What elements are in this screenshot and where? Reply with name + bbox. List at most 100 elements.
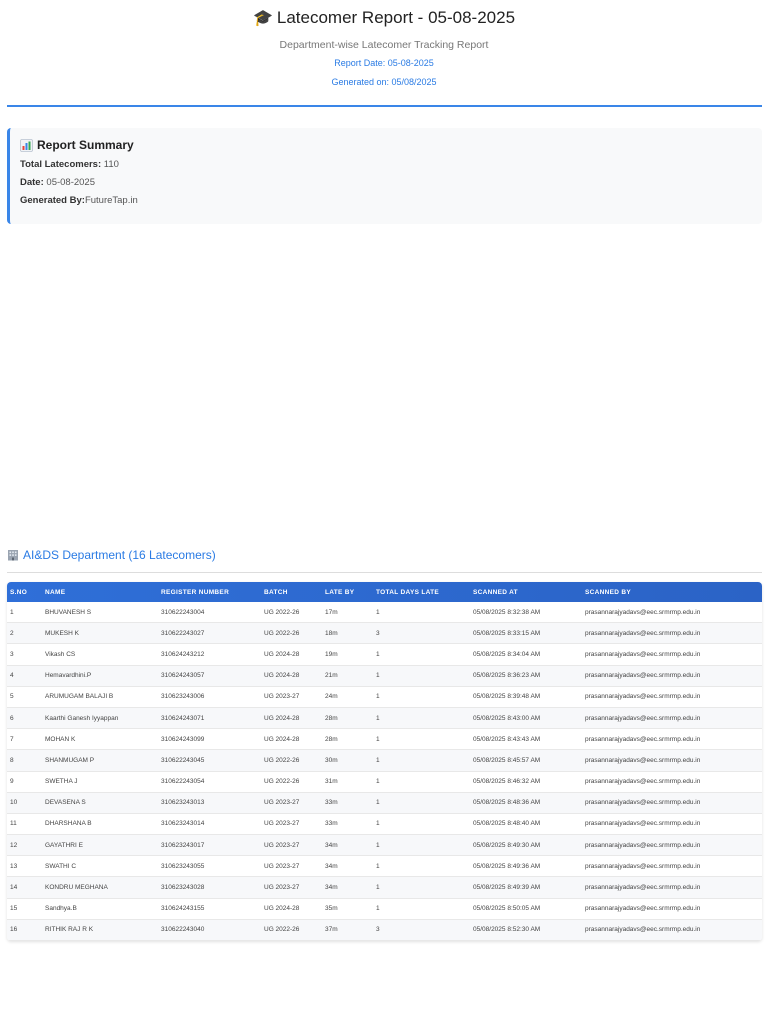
col-batch-cell: UG 2022-26 xyxy=(261,749,322,772)
col-batch-cell: UG 2023-27 xyxy=(261,686,322,708)
col-name-cell: Kaarthi Ganesh Iyyappan xyxy=(42,707,158,730)
total-latecomers-label: Total Latecomers: xyxy=(20,159,102,170)
col-name-cell: BHUVANESH S xyxy=(42,602,158,624)
col-scanned-by-cell: prasannarajyadavs@eec.srmrmp.edu.in xyxy=(582,749,762,772)
col-late-by-cell: 28m xyxy=(322,728,373,751)
generated-by-value: FutureTap.in xyxy=(84,195,138,206)
bar-chart-icon xyxy=(20,138,33,152)
table-row: 9 SWETHA J 310622243054 UG 2022-26 31m 1 05/08… xyxy=(7,771,762,793)
col-register-number-cell: 310624243071 xyxy=(158,707,261,730)
table-row: 4 Hemavardhini.P 310624243057 UG 2024-28 21m… xyxy=(7,665,762,687)
col-register-number-cell: 310622243045 xyxy=(158,749,261,772)
col-total-days-late-cell: 1 xyxy=(373,855,470,878)
col-register-number-cell: 310623243028 xyxy=(158,876,261,899)
table-row: 2 MUKESH K 310622243027 UG 2022-26 18m 3 05/08… xyxy=(7,622,762,645)
table-row: 12 GAYATHRI E 310623243017 UG 2023-27 34m 1 05… xyxy=(7,834,762,857)
col-sno-header: S.NO xyxy=(10,588,28,596)
col-scanned-by-cell: prasannarajyadavs@eec.srmrmp.edu.in xyxy=(582,686,762,708)
col-sno-cell: 5 xyxy=(7,686,42,708)
col-register-number-cell: 310623243013 xyxy=(158,792,261,814)
col-register-number-cell: 310622243027 xyxy=(158,622,261,645)
col-scanned-by-cell: prasannarajyadavs@eec.srmrmp.edu.in xyxy=(582,919,762,941)
col-total-days-late-header: TOTAL DAYS LATE xyxy=(376,588,440,596)
generated-on: Generated on: 05/08/2025 xyxy=(331,77,437,87)
col-scanned-at-cell: 05/08/2025 8:49:36 AM xyxy=(470,855,582,878)
col-total-days-late-cell: 3 xyxy=(373,622,470,645)
col-scanned-at-cell: 05/08/2025 8:49:39 AM xyxy=(470,876,582,899)
col-sno-cell: 10 xyxy=(7,792,42,814)
col-batch-cell: UG 2023-27 xyxy=(261,876,322,899)
col-scanned-at-cell: 05/08/2025 8:46:32 AM xyxy=(470,771,582,793)
col-scanned-by-cell: prasannarajyadavs@eec.srmrmp.edu.in xyxy=(582,898,762,920)
col-total-days-late-cell: 1 xyxy=(373,771,470,793)
col-late-by-cell: 30m xyxy=(322,749,373,772)
col-scanned-by-cell: prasannarajyadavs@eec.srmrmp.edu.in xyxy=(582,876,762,899)
table-row: 5 ARUMUGAM BALAJI B 310623243006 UG 2023-27… xyxy=(7,686,762,708)
col-sno-cell: 9 xyxy=(7,771,42,793)
col-batch-cell: UG 2022-26 xyxy=(261,919,322,941)
col-batch-cell: UG 2024-28 xyxy=(261,707,322,730)
col-sno-cell: 2 xyxy=(7,622,42,645)
col-scanned-at-cell: 05/08/2025 8:49:30 AM xyxy=(470,834,582,857)
col-sno-cell: 13 xyxy=(7,855,42,878)
col-scanned-by-cell: prasannarajyadavs@eec.srmrmp.edu.in xyxy=(582,771,762,793)
col-total-days-late-cell: 1 xyxy=(373,813,470,836)
col-name-cell: SWATHI C xyxy=(42,855,158,878)
summary-title: Report Summary xyxy=(37,138,134,152)
col-total-days-late-cell: 1 xyxy=(373,728,470,751)
col-scanned-by-cell: prasannarajyadavs@eec.srmrmp.edu.in xyxy=(582,855,762,878)
generated-by-label: Generated By: xyxy=(20,195,85,206)
col-total-days-late-cell: 1 xyxy=(373,707,470,730)
col-late-by-cell: 33m xyxy=(322,792,373,814)
col-name-cell: Hemavardhini.P xyxy=(42,665,158,687)
table-row: 10 DEVASENA S 310623243013 UG 2023-27 33m 1 05… xyxy=(7,792,762,814)
col-total-days-late-cell: 1 xyxy=(373,665,470,687)
col-name-header: NAME xyxy=(45,588,66,596)
report-date: Report Date: 05-08-2025 xyxy=(334,58,434,68)
col-late-by-cell: 28m xyxy=(322,707,373,730)
col-register-number-cell: 310622243054 xyxy=(158,771,261,793)
table-header-row: S.NO NAME REGISTER NUMBER BATCH LATE BY TOTAL… xyxy=(7,582,762,602)
col-batch-cell: UG 2023-27 xyxy=(261,855,322,878)
col-sno-cell: 7 xyxy=(7,728,42,751)
col-scanned-by-cell: prasannarajyadavs@eec.srmrmp.edu.in xyxy=(582,665,762,687)
col-batch-cell: UG 2024-28 xyxy=(261,665,322,687)
col-register-number-cell: 310624243099 xyxy=(158,728,261,751)
summary-date-row: Date: 05-08-2025 xyxy=(20,177,762,188)
col-sno-cell: 4 xyxy=(7,665,42,687)
col-name-cell: RITHIK RAJ R K xyxy=(42,919,158,941)
col-scanned-at-cell: 05/08/2025 8:43:00 AM xyxy=(470,707,582,730)
col-scanned-at-cell: 05/08/2025 8:43:43 AM xyxy=(470,728,582,751)
col-batch-cell: UG 2023-27 xyxy=(261,834,322,857)
col-name-cell: SHANMUGAM P xyxy=(42,749,158,772)
col-scanned-at-cell: 05/08/2025 8:52:30 AM xyxy=(470,919,582,941)
col-name-cell: MUKESH K xyxy=(42,622,158,645)
col-sno-cell: 16 xyxy=(7,919,42,941)
col-name-cell: KONDRU MEGHANA xyxy=(42,876,158,899)
col-total-days-late-cell: 1 xyxy=(373,834,470,857)
col-register-number-header: REGISTER NUMBER xyxy=(161,588,230,596)
latecomer-table: S.NO NAME REGISTER NUMBER BATCH LATE BY TOTAL… xyxy=(7,582,762,941)
col-late-by-header: LATE BY xyxy=(325,588,355,596)
col-name-cell: ARUMUGAM BALAJI B xyxy=(42,686,158,708)
report-title-text: Latecomer Report - 05-08-2025 xyxy=(276,8,516,27)
date-label: Date: xyxy=(20,177,44,188)
department-heading: AI&DS Department (16 Latecomers) xyxy=(7,548,216,562)
col-total-days-late-cell: 1 xyxy=(373,876,470,899)
col-name-cell: GAYATHRI E xyxy=(42,834,158,857)
col-late-by-cell: 34m xyxy=(322,834,373,857)
col-register-number-cell: 310623243006 xyxy=(158,686,261,708)
department-title: AI&DS Department (16 Latecomers) xyxy=(23,548,216,562)
col-batch-cell: UG 2023-27 xyxy=(261,813,322,836)
col-total-days-late-cell: 1 xyxy=(373,749,470,772)
report-title: 🎓 Latecomer Report - 05-08-2025 xyxy=(0,7,768,30)
col-total-days-late-cell: 3 xyxy=(373,919,470,941)
report-header: 🎓 Latecomer Report - 05-08-2025 Departmen… xyxy=(0,0,768,87)
col-scanned-at-cell: 05/08/2025 8:50:05 AM xyxy=(470,898,582,920)
department-divider xyxy=(7,572,762,573)
table-row: 15 Sandhya.B 310624243155 UG 2024-28 35m 1 05/… xyxy=(7,898,762,920)
col-scanned-by-cell: prasannarajyadavs@eec.srmrmp.edu.in xyxy=(582,728,762,751)
report-subtitle: Department-wise Latecomer Tracking Repor… xyxy=(279,39,489,51)
table-row: 11 DHARSHANA B 310623243014 UG 2023-27 33m 1 0… xyxy=(7,813,762,836)
col-total-days-late-cell: 1 xyxy=(373,643,470,666)
